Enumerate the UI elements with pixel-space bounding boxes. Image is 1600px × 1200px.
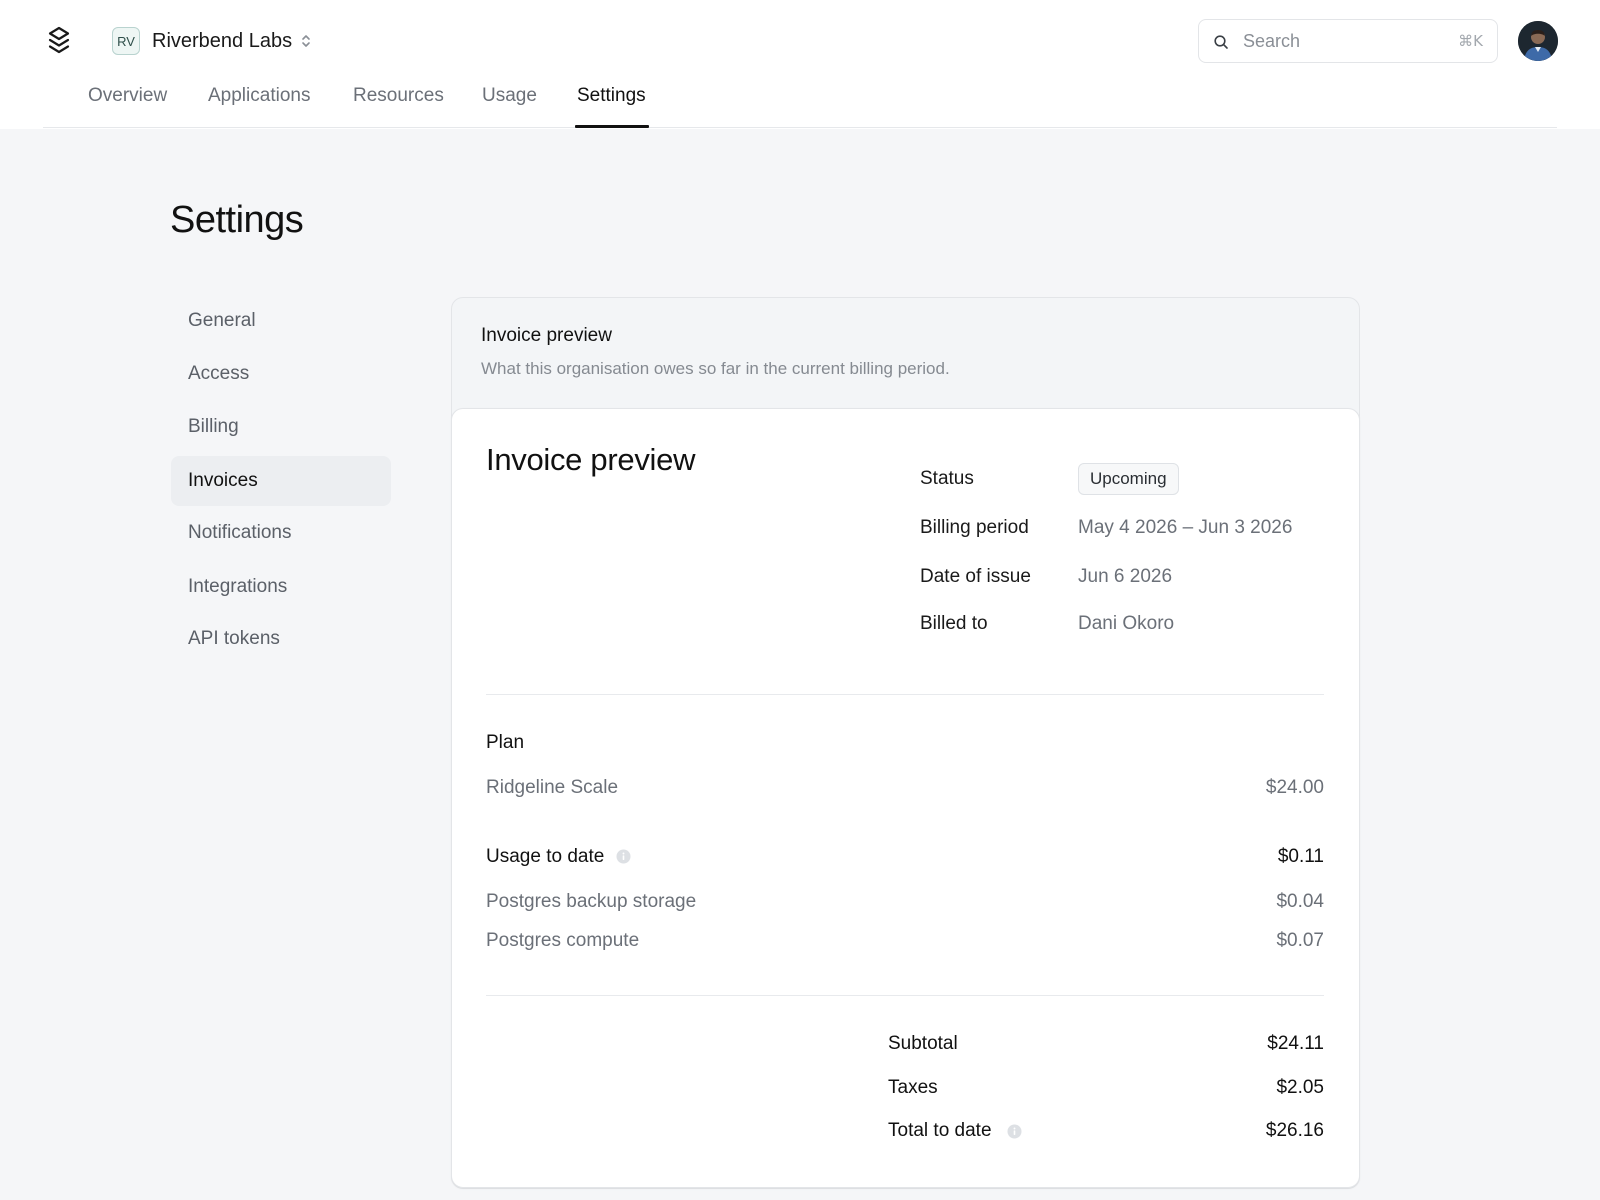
billing-period-label: Billing period	[920, 517, 1029, 538]
search-box[interactable]: ⌘K	[1198, 19, 1498, 63]
tab-settings[interactable]: Settings	[577, 82, 646, 110]
plan-name: Ridgeline Scale	[486, 777, 619, 798]
subnav-item-api-tokens[interactable]: API tokens	[171, 614, 391, 664]
org-avatar-badge[interactable]: RV	[112, 27, 140, 55]
usage-heading: Usage to date	[486, 846, 605, 867]
invoice-title: Invoice preview	[486, 442, 696, 477]
page-title: Settings	[170, 199, 304, 241]
usage-item-label: Postgres backup storage	[486, 891, 697, 912]
status-label: Status	[920, 468, 974, 489]
user-avatar-image	[1518, 21, 1558, 61]
section-title: Invoice preview	[481, 325, 612, 346]
invoice-divider	[486, 694, 1324, 695]
search-shortcut-hint: ⌘K	[1458, 32, 1483, 50]
search-icon	[1214, 35, 1228, 49]
tab-usage[interactable]: Usage	[482, 82, 537, 110]
info-icon[interactable]	[616, 849, 631, 864]
active-tab-indicator	[575, 125, 649, 128]
section-description: What this organisation owes so far in th…	[481, 359, 950, 378]
total-to-date-amount: $26.16	[1265, 1120, 1324, 1141]
subtotal-label: Subtotal	[888, 1033, 958, 1054]
org-name[interactable]: Riverbend Labs	[152, 28, 292, 54]
subnav-item-access[interactable]: Access	[171, 349, 391, 399]
plan-heading: Plan	[486, 732, 525, 753]
totals-divider	[486, 995, 1324, 996]
search-input[interactable]	[1243, 28, 1443, 54]
usage-total: $0.11	[1277, 846, 1324, 867]
date-of-issue-label: Date of issue	[920, 566, 1031, 587]
usage-item-amount: $0.04	[1276, 891, 1324, 912]
status-badge: Upcoming	[1078, 463, 1179, 495]
subnav-item-notifications[interactable]: Notifications	[171, 508, 391, 558]
subnav-item-invoices[interactable]: Invoices	[171, 456, 391, 506]
info-icon[interactable]	[1007, 1124, 1022, 1139]
date-of-issue-value: Jun 6 2026	[1078, 566, 1173, 587]
user-avatar[interactable]	[1518, 21, 1558, 61]
layers-logo-icon[interactable]	[46, 26, 72, 56]
billed-to-value: Dani Okoro	[1078, 613, 1175, 634]
header-divider	[43, 127, 1557, 128]
usage-item-amount: $0.07	[1276, 930, 1324, 951]
tab-applications[interactable]: Applications	[208, 82, 310, 110]
subnav-item-general[interactable]: General	[171, 296, 391, 346]
plan-amount: $24.00	[1265, 777, 1324, 798]
usage-item-label: Postgres compute	[486, 930, 640, 951]
billing-period-value: May 4 2026 – Jun 3 2026	[1078, 517, 1293, 538]
tab-overview[interactable]: Overview	[88, 82, 167, 110]
subnav-item-billing[interactable]: Billing	[171, 402, 391, 452]
taxes-label: Taxes	[888, 1077, 938, 1098]
total-to-date-label: Total to date	[888, 1120, 992, 1141]
tab-resources[interactable]: Resources	[353, 82, 444, 110]
taxes-amount: $2.05	[1276, 1077, 1324, 1098]
subtotal-amount: $24.11	[1267, 1033, 1324, 1054]
chevron-up-down-icon[interactable]	[298, 32, 314, 50]
billed-to-label: Billed to	[920, 613, 988, 634]
subnav-item-integrations[interactable]: Integrations	[171, 562, 391, 612]
